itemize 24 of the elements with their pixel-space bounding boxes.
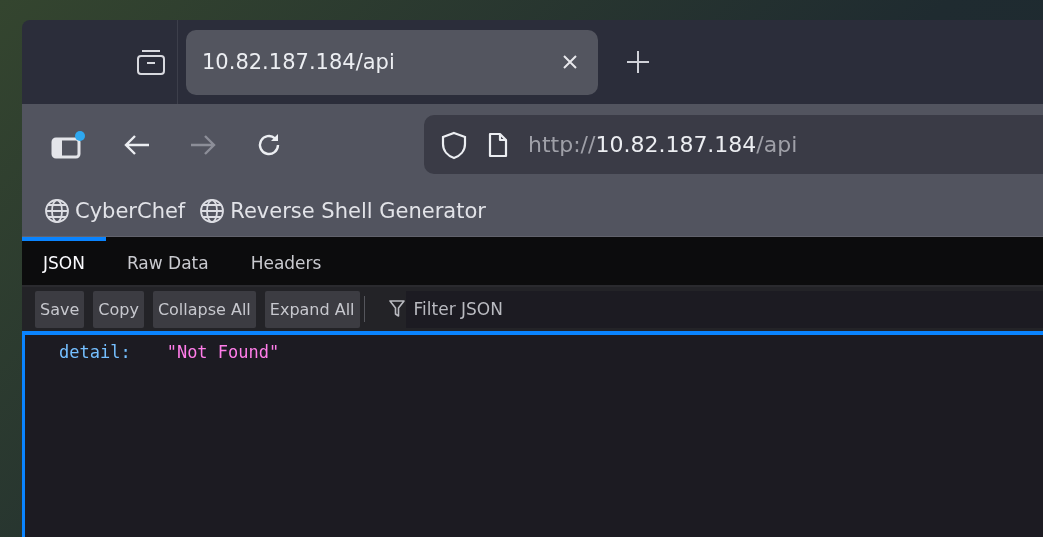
toolbar-button[interactable]: Expand All xyxy=(264,290,360,328)
globe-icon xyxy=(199,197,226,224)
viewer-tab[interactable]: Raw Data xyxy=(105,237,230,285)
filter-icon xyxy=(387,299,406,319)
toolbar-button[interactable]: Collapse All xyxy=(152,290,256,328)
close-icon[interactable] xyxy=(562,54,578,70)
sidebar-icon[interactable] xyxy=(50,129,86,160)
tab-collection-icon[interactable] xyxy=(135,48,167,76)
back-icon[interactable] xyxy=(122,132,152,157)
browser-tab[interactable]: 10.82.187.184/api xyxy=(186,29,598,95)
new-tab-icon[interactable] xyxy=(626,50,650,74)
viewer-tab[interactable]: Headers xyxy=(229,237,343,285)
toolbar-button[interactable]: Save xyxy=(35,290,85,328)
shield-icon[interactable] xyxy=(440,129,468,160)
bookmark-link[interactable]: CyberChef xyxy=(75,198,186,223)
page-icon[interactable] xyxy=(486,130,510,159)
globe-icon xyxy=(44,197,70,224)
toolbar-button[interactable]: Copy xyxy=(93,290,144,328)
bookmark-link[interactable]: Reverse Shell Generator xyxy=(230,198,486,223)
tab-title: 10.82.187.184/api xyxy=(202,50,395,74)
json-value: "Not Found" xyxy=(166,342,280,362)
json-key: detail: xyxy=(59,342,131,362)
filter-field[interactable]: Filter JSON xyxy=(405,290,1043,328)
address-field[interactable]: http://10.82.187.184/api xyxy=(424,115,1043,174)
